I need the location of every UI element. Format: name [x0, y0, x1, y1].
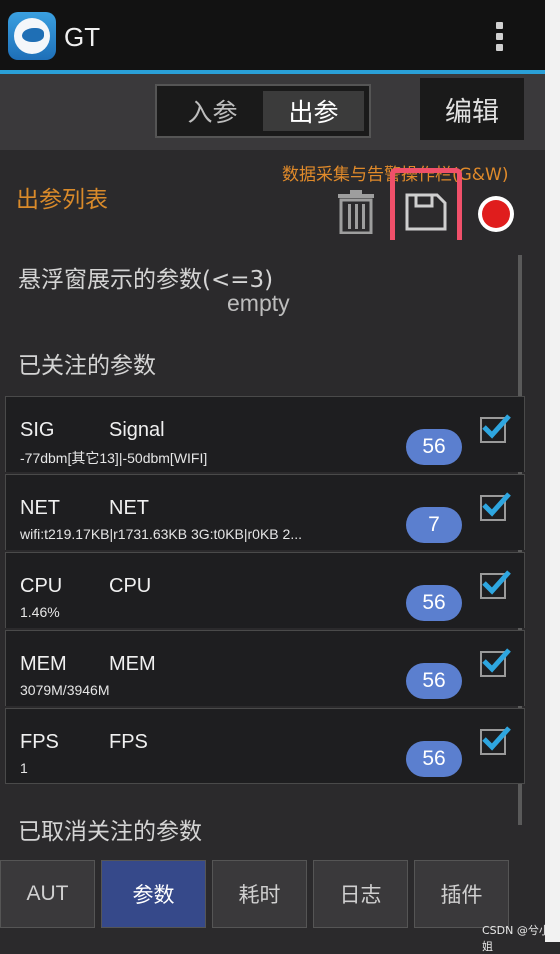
overflow-menu-icon[interactable]: [492, 18, 506, 58]
param-key: MEM: [20, 653, 67, 675]
tab-timing[interactable]: 耗时: [212, 860, 307, 928]
param-row[interactable]: MEM MEM 3079M/3946M 56: [5, 630, 525, 706]
record-icon[interactable]: [478, 196, 514, 232]
param-value: 1: [20, 760, 28, 776]
param-value: 3079M/3946M: [20, 682, 110, 698]
mode-toggle: 入参 出参: [155, 84, 371, 138]
param-row[interactable]: NET NET wifi:t219.17KB|r1731.63KB 3G:t0K…: [5, 474, 525, 550]
trash-icon[interactable]: [336, 190, 376, 235]
title-bar: GT: [0, 0, 545, 72]
tab-input-params[interactable]: 入参: [162, 91, 263, 131]
param-key: CPU: [20, 575, 63, 597]
edit-button[interactable]: 编辑: [420, 78, 524, 140]
check-icon: [482, 726, 511, 751]
param-checkbox[interactable]: [480, 492, 511, 521]
param-key: FPS: [20, 731, 59, 753]
param-badge: 7: [406, 507, 462, 543]
page-title: 出参列表: [16, 187, 108, 213]
param-row[interactable]: CPU CPU 1.46% 56: [5, 552, 525, 628]
followed-params-list: SIG Signal -77dbm[其它13]|-50dbm[WIFI] 56 …: [5, 396, 525, 784]
floating-params-label: 悬浮窗展示的参数(<=3): [18, 267, 274, 293]
param-badge: 56: [406, 429, 462, 465]
param-badge: 56: [406, 741, 462, 777]
app-logo-icon: [8, 12, 56, 60]
tab-params[interactable]: 参数: [101, 860, 206, 928]
tab-plugins[interactable]: 插件: [414, 860, 509, 928]
check-icon: [482, 414, 511, 439]
app-title: GT: [64, 22, 101, 52]
param-key: NET: [20, 497, 60, 519]
param-name: CPU: [109, 575, 152, 597]
floating-empty-text: empty: [227, 290, 290, 316]
param-row[interactable]: FPS FPS 1 56: [5, 708, 525, 784]
followed-params-label: 已关注的参数: [18, 353, 156, 379]
param-checkbox[interactable]: [480, 414, 511, 443]
tab-aut[interactable]: AUT: [0, 860, 95, 928]
param-key: SIG: [20, 419, 55, 441]
cancelled-params-label: 已取消关注的参数: [18, 819, 202, 845]
param-row[interactable]: SIG Signal -77dbm[其它13]|-50dbm[WIFI] 56: [5, 396, 525, 472]
check-icon: [482, 570, 511, 595]
right-edge-strip: [545, 0, 560, 942]
param-checkbox[interactable]: [480, 570, 511, 599]
param-name: FPS: [109, 731, 148, 753]
param-checkbox[interactable]: [480, 726, 511, 755]
param-value: 1.46%: [20, 604, 60, 620]
param-name: Signal: [109, 419, 165, 441]
check-icon: [482, 492, 511, 517]
bottom-nav-tabs: AUT 参数 耗时 日志 插件: [0, 860, 545, 928]
param-value: wifi:t219.17KB|r1731.63KB 3G:t0KB|r0KB 2…: [20, 526, 302, 542]
param-badge: 56: [406, 585, 462, 621]
tab-log[interactable]: 日志: [313, 860, 408, 928]
check-icon: [482, 648, 511, 673]
tab-output-params[interactable]: 出参: [263, 91, 364, 131]
param-name: NET: [109, 497, 149, 519]
param-name: MEM: [109, 653, 156, 675]
param-value: -77dbm[其它13]|-50dbm[WIFI]: [20, 450, 208, 466]
param-badge: 56: [406, 663, 462, 699]
param-checkbox[interactable]: [480, 648, 511, 677]
